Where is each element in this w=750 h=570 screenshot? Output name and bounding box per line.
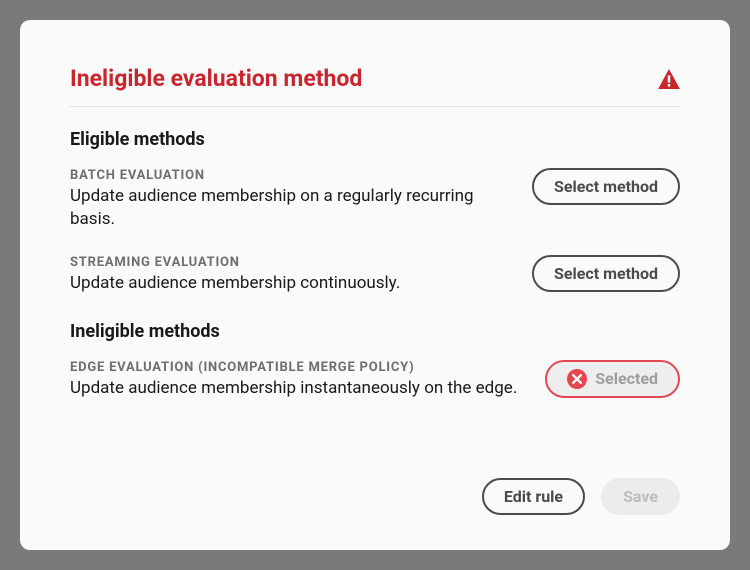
dialog-title: Ineligible evaluation method (70, 65, 362, 92)
select-streaming-button[interactable]: Select method (532, 255, 680, 292)
ineligible-evaluation-dialog: Ineligible evaluation method Eligible me… (20, 20, 730, 550)
method-batch-desc: Update audience membership on a regularl… (70, 185, 512, 231)
edit-rule-button[interactable]: Edit rule (482, 478, 585, 515)
method-streaming-desc: Update audience membership continuously. (70, 272, 512, 295)
method-streaming-row: STREAMING EVALUATION Update audience mem… (70, 255, 680, 295)
selected-edge-button: Selected (545, 360, 680, 398)
method-streaming-label: STREAMING EVALUATION (70, 255, 512, 270)
selected-edge-label: Selected (595, 369, 658, 388)
error-circle-icon (567, 369, 587, 389)
dialog-header: Ineligible evaluation method (70, 65, 680, 107)
method-edge-desc: Update audience membership instantaneous… (70, 377, 525, 400)
eligible-methods-heading: Eligible methods (70, 129, 680, 150)
method-edge-row: EDGE EVALUATION (INCOMPATIBLE MERGE POLI… (70, 360, 680, 400)
method-edge-info: EDGE EVALUATION (INCOMPATIBLE MERGE POLI… (70, 360, 545, 400)
method-edge-label: EDGE EVALUATION (INCOMPATIBLE MERGE POLI… (70, 360, 525, 375)
warning-icon (658, 69, 680, 89)
method-batch-row: BATCH EVALUATION Update audience members… (70, 168, 680, 231)
method-batch-info: BATCH EVALUATION Update audience members… (70, 168, 532, 231)
save-button: Save (601, 478, 680, 515)
method-batch-label: BATCH EVALUATION (70, 168, 512, 183)
dialog-footer: Edit rule Save (70, 478, 680, 515)
method-streaming-info: STREAMING EVALUATION Update audience mem… (70, 255, 532, 295)
ineligible-methods-heading: Ineligible methods (70, 321, 680, 342)
select-batch-button[interactable]: Select method (532, 168, 680, 205)
